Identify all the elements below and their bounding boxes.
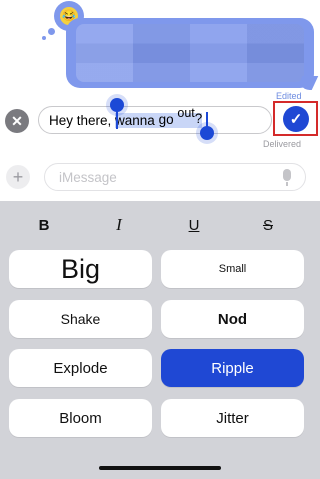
underline-button[interactable]: U	[179, 217, 209, 234]
apps-plus-button[interactable]: +	[6, 165, 30, 189]
italic-button[interactable]: I	[104, 215, 134, 235]
plus-icon: +	[12, 166, 24, 187]
effect-bloom-button[interactable]: Bloom	[9, 399, 152, 437]
edit-message-field[interactable]: Hey there, wanna go out?	[38, 106, 272, 134]
effect-shake-button[interactable]: Shake	[9, 300, 152, 338]
selection-start-handle[interactable]	[110, 98, 124, 112]
home-indicator[interactable]	[99, 466, 221, 470]
effect-nod-button[interactable]: Nod	[161, 300, 304, 338]
selection-end-handle[interactable]	[200, 126, 214, 140]
edit-message-text[interactable]: Hey there, wanna go out?	[49, 106, 203, 128]
selected-text: wanna go out?	[115, 106, 203, 128]
microphone-icon[interactable]	[283, 169, 291, 181]
conversation-area: 😂 Edited ✕ Hey there, wanna go out? ✓ De…	[0, 0, 320, 200]
edited-label: Edited	[276, 91, 302, 101]
cancel-edit-button[interactable]: ✕	[5, 109, 29, 133]
checkmark-icon: ✓	[289, 111, 303, 128]
rippled-word-out: out	[177, 106, 195, 120]
confirm-edit-button[interactable]: ✓	[283, 106, 309, 132]
effect-ripple-button[interactable]: Ripple	[161, 349, 304, 387]
compose-placeholder: iMessage	[59, 170, 117, 185]
microphone-stem	[286, 182, 288, 186]
redacted-message-content	[76, 24, 304, 82]
tapback-tail-dot-small	[42, 36, 46, 40]
tapback-tail-dot	[48, 28, 55, 35]
text-effects-panel: B I U S	[0, 201, 320, 479]
edit-text-start: Hey there,	[49, 113, 116, 128]
effect-explode-button[interactable]: Explode	[9, 349, 152, 387]
previous-message-bubble[interactable]	[66, 18, 314, 88]
delivered-label: Delivered	[263, 139, 302, 149]
rippled-question-mark: ?	[194, 111, 203, 126]
selection-start-bar	[116, 111, 118, 129]
effect-jitter-button[interactable]: Jitter	[161, 399, 304, 437]
selected-word: wanna	[115, 113, 155, 128]
strikethrough-button[interactable]: S	[253, 217, 283, 234]
close-icon: ✕	[11, 112, 23, 129]
effect-big-button[interactable]: Big	[9, 250, 152, 288]
compose-field[interactable]: iMessage	[44, 163, 306, 191]
rippled-word-go: go	[158, 112, 174, 127]
bold-button[interactable]: B	[29, 217, 59, 234]
effect-small-button[interactable]: Small	[161, 250, 304, 288]
